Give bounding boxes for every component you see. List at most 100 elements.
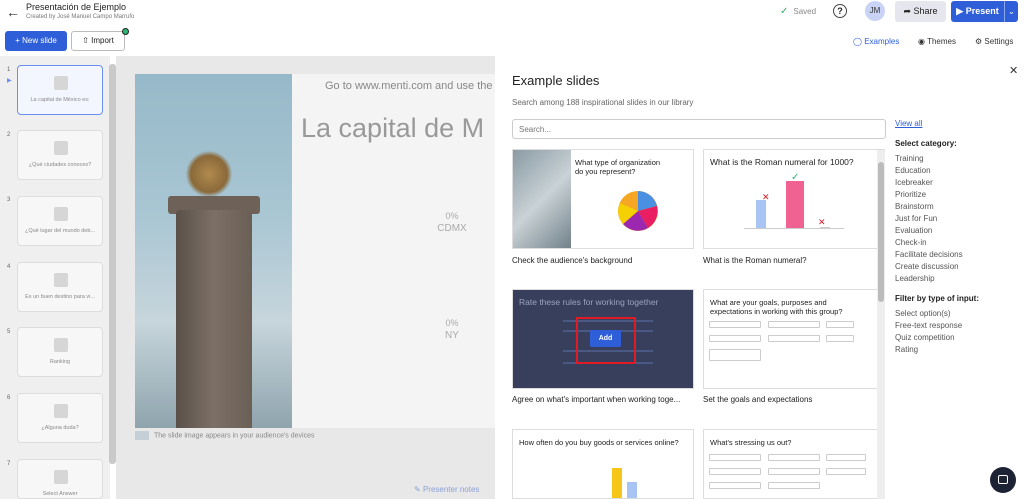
response-field <box>709 349 761 361</box>
category-item[interactable]: Prioritize <box>895 190 926 199</box>
slide-thumbnail-2[interactable]: ¿Qué ciudades conoces? <box>17 130 103 180</box>
example-card[interactable]: Rate these rules for working together Ad… <box>512 289 694 389</box>
input-type-item[interactable]: Free-text response <box>895 321 962 330</box>
settings-tab[interactable]: ⚙ Settings <box>975 37 1013 46</box>
avatar[interactable]: JM <box>865 1 885 21</box>
laptop-photo <box>513 150 571 248</box>
slide-thumbnail-7[interactable]: Select Answer <box>17 459 103 499</box>
examples-tab[interactable]: ◯ Examples <box>853 37 899 46</box>
category-item[interactable]: Brainstorm <box>895 202 934 211</box>
presenter-notes-button[interactable]: ✎ Presenter notes <box>414 485 479 494</box>
chat-icon <box>998 475 1008 484</box>
card-title: Agree on what's important when working t… <box>512 395 681 404</box>
import-label: Import <box>91 36 114 45</box>
bar <box>756 200 766 228</box>
card-title: Check the audience's background <box>512 256 633 265</box>
share-icon: ➦ <box>903 6 914 16</box>
bar <box>786 181 804 228</box>
panel-description: Search among 188 inspirational slides in… <box>512 98 694 107</box>
presenter-notes-label: Presenter notes <box>422 485 480 494</box>
category-item[interactable]: Education <box>895 166 931 175</box>
card-title: Set the goals and expectations <box>703 395 813 404</box>
input-type-item[interactable]: Select option(s) <box>895 309 951 318</box>
input-type-item[interactable]: Rating <box>895 345 918 354</box>
slide-thumbnail-4[interactable]: Es un buen destino para vi... <box>17 262 103 312</box>
option-label: NY <box>445 330 459 341</box>
upload-icon: ⇧ <box>82 36 92 45</box>
slide-thumbnail-3[interactable]: ¿Qué lugar del mundo deb... <box>17 196 103 246</box>
category-item[interactable]: Check-in <box>895 238 927 247</box>
image-icon <box>135 431 149 440</box>
category-item[interactable]: Create discussion <box>895 262 959 271</box>
slide-image-note: The slide image appears in your audience… <box>135 431 314 440</box>
close-icon[interactable]: ✕ <box>1009 64 1018 77</box>
category-item[interactable]: Leadership <box>895 274 935 283</box>
slide-number: 1 <box>7 67 11 73</box>
response-field <box>768 335 820 342</box>
slide-number: 2 <box>7 132 11 138</box>
pencil-icon: ✎ <box>414 485 423 494</box>
angel-statue-image <box>186 150 232 198</box>
toolbar: + New slide ⇧ Import ◯ Examples ◉ Themes… <box>0 28 1024 56</box>
new-slide-button[interactable]: + New slide <box>5 31 67 51</box>
slide-label: Ranking <box>49 359 71 365</box>
slide-label: ¿Qué ciudades conoces? <box>28 162 92 168</box>
lightbulb-icon: ◯ <box>853 37 865 46</box>
share-button[interactable]: ➦ Share <box>895 1 946 22</box>
themes-tab[interactable]: ◉ Themes <box>918 37 956 46</box>
example-card[interactable]: What are your goals, purposes and expect… <box>703 289 885 389</box>
help-icon[interactable]: ? <box>833 4 847 18</box>
top-bar: ← Presentación de Ejemplo Created by Jos… <box>0 0 1024 28</box>
notification-dot <box>122 28 129 35</box>
card-title: What is the Roman numeral? <box>703 256 807 265</box>
wrong-icon: ✕ <box>818 217 826 227</box>
card-question: What's stressing us out? <box>710 438 792 447</box>
column-image <box>176 210 252 428</box>
input-type-item[interactable]: Quiz competition <box>895 333 955 342</box>
import-button[interactable]: ⇧ Import <box>71 31 125 51</box>
present-dropdown-chevron-icon[interactable]: ⌄ <box>1004 1 1018 22</box>
pie-chart-icon <box>618 191 658 231</box>
category-item[interactable]: Evaluation <box>895 226 932 235</box>
sidebar-scrollbar[interactable] <box>109 64 116 464</box>
example-card[interactable]: What is the Roman numeral for 1000? ✕ ✓ … <box>703 149 885 249</box>
option-percent: 0% <box>445 318 459 328</box>
slide-image-note-text: The slide image appears in your audience… <box>154 432 315 440</box>
new-slide-label: New slide <box>22 36 57 45</box>
slide-label: ¿Alguna duda? <box>41 425 79 431</box>
option-percent: 0% <box>445 211 459 221</box>
slide-label: La capital de México es: <box>30 97 90 103</box>
category-item[interactable]: Icebreaker <box>895 178 933 187</box>
slide-thumbnail-1[interactable]: La capital de México es: <box>17 65 103 115</box>
scrollbar-thumb[interactable] <box>878 162 884 302</box>
example-card[interactable]: How often do you buy goods or services o… <box>512 429 694 499</box>
category-item[interactable]: Facilitate decisions <box>895 250 963 259</box>
add-button[interactable]: Add <box>590 330 621 347</box>
chat-support-button[interactable] <box>990 467 1016 493</box>
view-all-link[interactable]: View all <box>895 119 922 128</box>
response-field <box>768 468 820 475</box>
slide-thumbnail-6[interactable]: ¿Alguna duda? <box>17 393 103 443</box>
example-card[interactable]: What type of organization do you represe… <box>512 149 694 249</box>
slide-label: Select Answer <box>42 491 78 497</box>
settings-label: Settings <box>984 37 1014 46</box>
palette-icon: ◉ <box>918 37 928 46</box>
category-item[interactable]: Just for Fun <box>895 214 937 223</box>
slide-number: 7 <box>7 461 11 467</box>
present-button[interactable]: ▶ Present <box>951 1 1004 22</box>
category-item[interactable]: Training <box>895 154 924 163</box>
panel-scrollbar[interactable] <box>877 150 885 499</box>
scales-icon <box>54 273 68 287</box>
ranking-icon <box>54 338 68 352</box>
presentation-title[interactable]: Presentación de Ejemplo <box>26 2 126 12</box>
panel-title: Example slides <box>512 73 600 88</box>
wrong-icon: ✕ <box>762 192 770 202</box>
category-heading: Select category: <box>895 139 957 148</box>
response-field <box>826 454 866 461</box>
back-arrow-icon[interactable]: ← <box>6 4 20 20</box>
example-card[interactable]: What's stressing us out? <box>703 429 885 499</box>
card-question: What type of organization do you represe… <box>575 158 661 176</box>
slide-number: 6 <box>7 395 11 401</box>
slide-thumbnail-5[interactable]: Ranking <box>17 327 103 377</box>
example-search-input[interactable] <box>512 119 886 139</box>
